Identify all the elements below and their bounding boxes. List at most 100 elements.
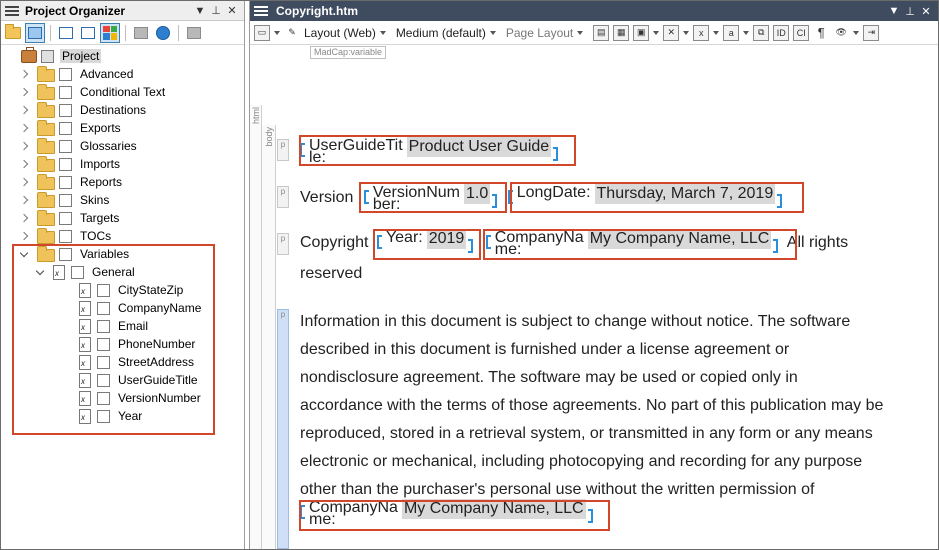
body-structure-bar[interactable] xyxy=(262,125,276,549)
tree-item-folder[interactable]: Destinations xyxy=(1,101,244,119)
checkbox[interactable] xyxy=(59,139,72,153)
tree-item-project[interactable]: Project xyxy=(1,46,244,65)
checkbox[interactable] xyxy=(59,67,72,81)
snippet-icon[interactable]: a xyxy=(723,24,740,41)
chevron-down-icon[interactable] xyxy=(853,30,860,35)
p-tag-marker[interactable]: p xyxy=(277,233,289,255)
expand-icon[interactable] xyxy=(19,87,29,97)
checkbox[interactable] xyxy=(59,157,72,171)
pin-icon[interactable]: ⊥ xyxy=(208,4,224,17)
dropdown-icon[interactable]: ▼ xyxy=(886,5,902,17)
expand-icon[interactable] xyxy=(19,195,29,205)
expand-icon[interactable] xyxy=(19,105,29,115)
project-organizer-titlebar: Project Organizer ▼ ⊥ ✕ xyxy=(1,1,244,21)
checkbox[interactable] xyxy=(41,49,54,63)
checkbox[interactable] xyxy=(59,211,72,225)
tree-item-folder[interactable]: Skins xyxy=(1,191,244,209)
chevron-down-icon[interactable] xyxy=(683,30,690,35)
checkbox[interactable] xyxy=(59,103,72,117)
checkbox[interactable] xyxy=(59,193,72,207)
refresh-button[interactable] xyxy=(153,23,173,43)
condition-tag-icon[interactable]: ID xyxy=(773,24,790,41)
show-tags-icon[interactable]: ▦ xyxy=(613,24,630,41)
open-folder-button[interactable] xyxy=(3,23,23,43)
view-toggle-button[interactable] xyxy=(25,22,45,43)
marker-icon[interactable]: ▣ xyxy=(633,24,650,41)
xml-icon[interactable]: ✕ xyxy=(663,24,680,41)
conditions-icon[interactable]: ▤ xyxy=(593,24,610,41)
copy-button[interactable] xyxy=(78,23,98,43)
check-button[interactable] xyxy=(131,23,151,43)
expand-icon[interactable] xyxy=(19,69,29,79)
export-icon[interactable]: ⇥ xyxy=(863,24,880,41)
copy-icon[interactable]: ⧉ xyxy=(753,24,770,41)
chevron-down-icon[interactable] xyxy=(713,30,720,35)
tree-item-folder[interactable]: Conditional Text xyxy=(1,83,244,101)
checkbox[interactable] xyxy=(59,229,72,243)
close-icon[interactable]: ✕ xyxy=(918,5,934,18)
notice-company-variable-highlight xyxy=(299,500,610,531)
eye-icon[interactable]: 👁 xyxy=(833,25,849,41)
folder-icon xyxy=(5,23,21,39)
pin-icon[interactable]: ⊥ xyxy=(902,5,918,18)
project-organizer-pane: Project Organizer ▼ ⊥ ✕ Project Advanced… xyxy=(1,1,245,549)
tree-item-folder[interactable]: TOCs xyxy=(1,227,244,245)
pilcrow-icon[interactable]: ¶ xyxy=(813,25,829,41)
checkbox[interactable] xyxy=(59,121,72,135)
expand-icon[interactable] xyxy=(19,177,29,187)
tree-item-folder[interactable]: Advanced xyxy=(1,65,244,83)
medium-dropdown[interactable]: Medium (default) xyxy=(396,26,496,40)
wand-icon[interactable]: ✎ xyxy=(284,25,300,41)
tree-item-folder[interactable]: Exports xyxy=(1,119,244,137)
chevron-down-icon[interactable] xyxy=(653,30,660,35)
notice-line: reproduced, stored in a retrieval system… xyxy=(300,425,873,442)
grid-view-button[interactable] xyxy=(100,22,120,43)
p-tag-marker[interactable]: p xyxy=(277,309,289,549)
copyright-text: Copyright xyxy=(300,234,369,251)
expand-icon[interactable] xyxy=(19,231,29,241)
editor-content: html body p p p p UserGuideTit le: Produc… xyxy=(250,47,938,549)
pane-title: Project Organizer xyxy=(25,3,126,18)
grid-icon xyxy=(103,25,117,40)
p-tag-marker[interactable]: p xyxy=(277,139,289,161)
project-organizer-toolbar xyxy=(1,21,244,45)
tree-item-folder[interactable]: Glossaries xyxy=(1,137,244,155)
editor-titlebar: Copyright.htm ▼ ⊥ ✕ xyxy=(250,1,938,21)
tree-item-folder[interactable]: Reports xyxy=(1,173,244,191)
folder-icon xyxy=(37,83,55,100)
variables-highlight-box xyxy=(12,244,215,435)
menu-icon[interactable] xyxy=(5,5,19,16)
close-icon[interactable]: ✕ xyxy=(224,4,240,17)
chevron-down-icon[interactable] xyxy=(743,30,750,35)
class-icon[interactable]: CI xyxy=(793,24,810,41)
notice-line: nondisclosure agreement. The software ma… xyxy=(300,369,798,386)
chevron-down-icon[interactable] xyxy=(274,30,280,35)
layout-dropdown[interactable]: Layout (Web) xyxy=(304,26,386,40)
expand-icon[interactable] xyxy=(19,123,29,133)
xml-editor-pane: Copyright.htm ▼ ⊥ ✕ ▭ ✎ Layout (Web) Med… xyxy=(249,1,938,549)
expand-icon[interactable] xyxy=(19,141,29,151)
chevron-down-icon xyxy=(577,30,584,35)
folder-icon xyxy=(37,209,55,226)
chevron-down-icon xyxy=(489,30,496,35)
p-tag-marker[interactable]: p xyxy=(277,186,289,208)
new-item-button[interactable] xyxy=(56,23,76,43)
html-structure-bar[interactable] xyxy=(250,105,262,549)
new-icon xyxy=(59,26,73,39)
expand-icon[interactable] xyxy=(19,213,29,223)
layout-label: Layout (Web) xyxy=(304,25,376,40)
page-layout-dropdown[interactable]: Page Layout xyxy=(506,26,584,40)
body-tag-label: body xyxy=(264,127,274,147)
tree-item-folder[interactable]: Targets xyxy=(1,209,244,227)
checkbox[interactable] xyxy=(59,85,72,99)
variable-icon[interactable]: x xyxy=(693,24,710,41)
checkbox[interactable] xyxy=(59,175,72,189)
preview-icon[interactable]: ▭ xyxy=(254,24,270,41)
menu-icon[interactable] xyxy=(254,6,268,16)
expand-icon[interactable] xyxy=(19,159,29,169)
disabled-folder-button[interactable] xyxy=(184,23,204,43)
notice-line: described in this document is furnished … xyxy=(300,341,790,358)
tree-item-folder[interactable]: Imports xyxy=(1,155,244,173)
dropdown-icon[interactable]: ▼ xyxy=(192,5,208,17)
toolbar-separator xyxy=(50,24,51,41)
